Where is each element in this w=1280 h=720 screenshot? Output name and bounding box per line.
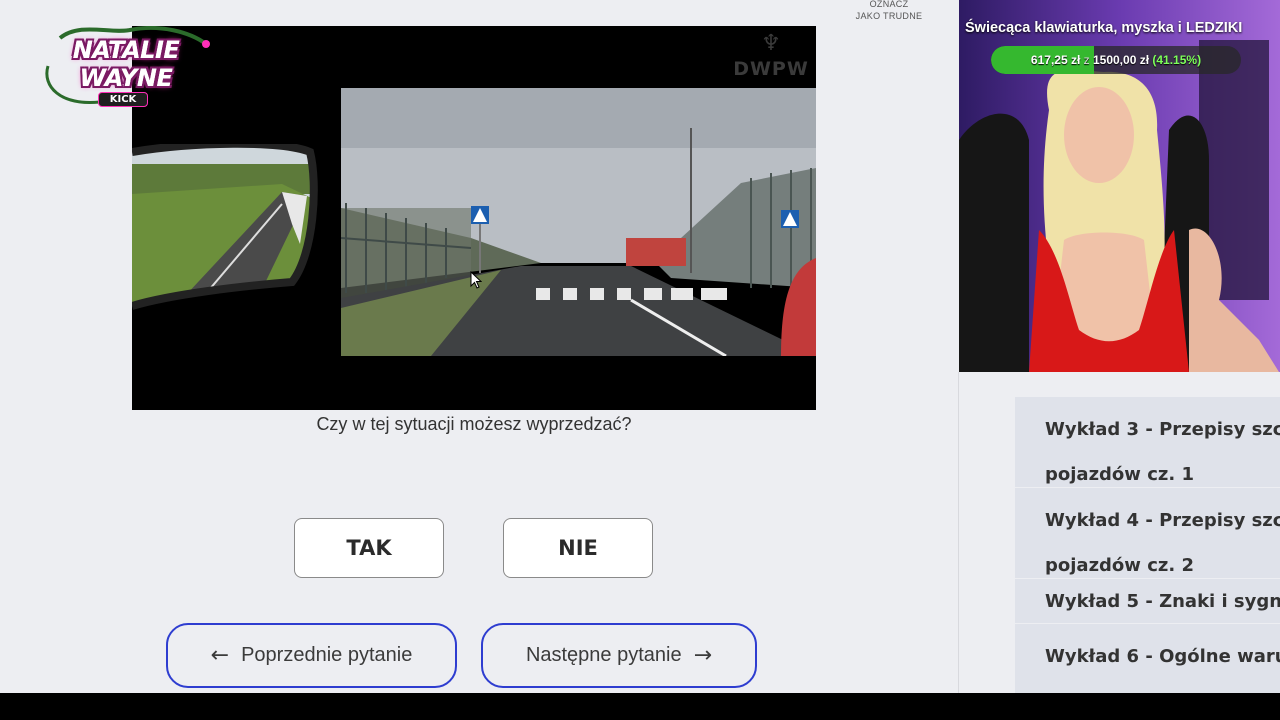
lecture-item[interactable]: Wykład 4 - Przepisy szczegółowe pojazdów… xyxy=(1015,488,1280,579)
logo-line-2: WAYNE xyxy=(79,64,173,92)
arrow-right-icon: → xyxy=(693,643,713,668)
side-mirror-view xyxy=(132,144,318,310)
mark-hard-label-1: OZNACZ xyxy=(869,0,909,9)
lecture-subtitle: pojazdów cz. 1 xyxy=(1045,464,1194,485)
road-scene-view xyxy=(341,88,816,356)
bottom-black-bar xyxy=(0,693,1280,720)
lecture-title: Wykład 6 - Ogólne warunki xyxy=(1045,646,1280,667)
lecture-subtitle: pojazdów cz. 2 xyxy=(1045,555,1194,576)
question-video[interactable]: ♆ DWPW xyxy=(132,26,816,410)
lecture-item[interactable]: Wykład 5 - Znaki i sygnały xyxy=(1015,579,1280,624)
goal-percent: (41.15%) xyxy=(1152,53,1202,67)
answer-no-button[interactable]: NIE xyxy=(503,518,653,578)
webcam-overlay: Świecąca klawiaturka, myszka i LEDZIKI 6… xyxy=(959,0,1280,372)
logo-line-1: NATALIE xyxy=(72,36,180,64)
mark-as-hard-button[interactable]: OZNACZ JAKO TRUDNE xyxy=(850,0,928,22)
goal-current: 617,25 zł xyxy=(1030,53,1081,67)
video-watermark: ♆ DWPW xyxy=(732,30,810,90)
lecture-title: Wykład 5 - Znaki i sygnały xyxy=(1045,591,1280,612)
previous-question-label: Poprzednie pytanie xyxy=(241,644,413,666)
watermark-text: DWPW xyxy=(733,58,809,80)
logo-platform-badge: KICK xyxy=(98,92,148,107)
mouse-cursor-icon xyxy=(470,271,482,289)
goal-of: z xyxy=(1083,53,1090,67)
next-question-label: Następne pytanie xyxy=(525,644,682,666)
goal-target: 1500,00 zł xyxy=(1092,53,1150,67)
mark-hard-label-2: JAKO TRUDNE xyxy=(855,11,923,21)
lecture-item[interactable]: Wykład 3 - Przepisy szczegółowe pojazdów… xyxy=(1015,397,1280,488)
donation-goal-text: 617,25 zł z 1500,00 zł (41.15%) xyxy=(991,46,1241,74)
lecture-subtitle: pojazdu xyxy=(1045,679,1280,693)
panel-divider xyxy=(958,372,959,693)
previous-question-button[interactable]: ← Poprzednie pytanie xyxy=(166,623,457,688)
lecture-item[interactable]: Wykład 6 - Ogólne warunki pojazdu xyxy=(1015,624,1280,693)
donation-goal-progress: 617,25 zł z 1500,00 zł (41.15%) xyxy=(991,46,1241,74)
eagle-emblem-icon: ♆ xyxy=(761,31,781,56)
arrow-left-icon: ← xyxy=(210,643,230,668)
lecture-list: Wykład 3 - Przepisy szczegółowe pojazdów… xyxy=(1015,397,1280,693)
answer-yes-button[interactable]: TAK xyxy=(294,518,444,578)
stream-goal-title: Świecąca klawiaturka, myszka i LEDZIKI xyxy=(965,20,1243,36)
lecture-title: Wykład 4 - Przepisy szczegółowe xyxy=(1045,510,1280,531)
question-text: Czy w tej sytuacji możesz wyprzedzać? xyxy=(316,414,632,434)
lecture-title: Wykład 3 - Przepisy szczegółowe xyxy=(1045,419,1280,440)
next-question-button[interactable]: Następne pytanie → xyxy=(481,623,757,688)
streamer-logo: NATALIE WAYNE KICK xyxy=(40,26,212,110)
